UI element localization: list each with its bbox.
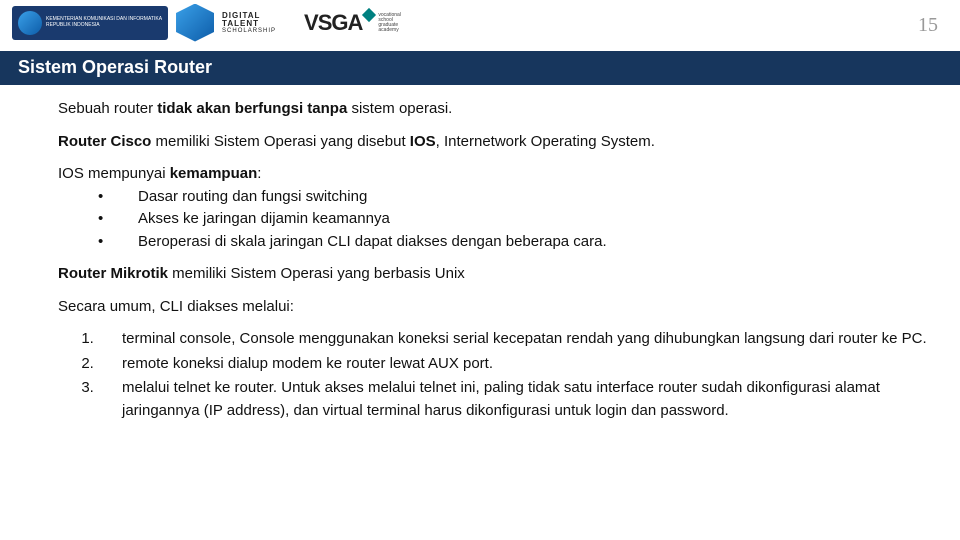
- vsga-text: VSGA: [304, 10, 362, 36]
- list-item: remote koneksi dialup modem ke router le…: [98, 353, 930, 376]
- paragraph-3: IOS mempunyai kemampuan: Dasar routing d…: [58, 163, 930, 253]
- dts-cube-icon: [176, 4, 214, 42]
- vsga-logo: VSGA vocational school graduate academy: [304, 10, 401, 36]
- paragraph-5: Secara umum, CLI diakses melalui:: [58, 296, 930, 319]
- list-item: terminal console, Console menggunakan ko…: [98, 328, 930, 351]
- dts-logo: [176, 4, 214, 42]
- list-item: melalui telnet ke router. Untuk akses me…: [98, 377, 930, 422]
- vsga-diamond-icon: [362, 7, 376, 21]
- list-item: Beroperasi di skala jaringan CLI dapat d…: [98, 231, 930, 254]
- capability-list: Dasar routing dan fungsi switching Akses…: [98, 186, 930, 254]
- kominfo-icon: [18, 11, 42, 35]
- list-item: Dasar routing dan fungsi switching: [98, 186, 930, 209]
- kominfo-logo: KEMENTERIAN KOMUNIKASI DAN INFORMATIKA R…: [12, 6, 168, 40]
- slide-header: KEMENTERIAN KOMUNIKASI DAN INFORMATIKA R…: [0, 0, 960, 45]
- slide-body: Sebuah router tidak akan berfungsi tanpa…: [0, 84, 960, 422]
- page-number: 15: [918, 14, 938, 37]
- kominfo-text: KEMENTERIAN KOMUNIKASI DAN INFORMATIKA R…: [46, 17, 162, 28]
- vsga-subtext: vocational school graduate academy: [378, 13, 401, 33]
- paragraph-1: Sebuah router tidak akan berfungsi tanpa…: [58, 98, 930, 121]
- title-bar-wrap: Sistem Operasi Router: [0, 51, 960, 84]
- logo-group: KEMENTERIAN KOMUNIKASI DAN INFORMATIKA R…: [12, 4, 401, 42]
- cli-access-list: terminal console, Console menggunakan ko…: [88, 328, 930, 422]
- list-item: Akses ke jaringan dijamin keamannya: [98, 208, 930, 231]
- paragraph-2: Router Cisco memiliki Sistem Operasi yan…: [58, 131, 930, 154]
- dts-text-block: DIGITAL TALENT SCHOLARSHIP: [222, 12, 276, 34]
- paragraph-4: Router Mikrotik memiliki Sistem Operasi …: [58, 263, 930, 286]
- slide-title: Sistem Operasi Router: [0, 51, 960, 84]
